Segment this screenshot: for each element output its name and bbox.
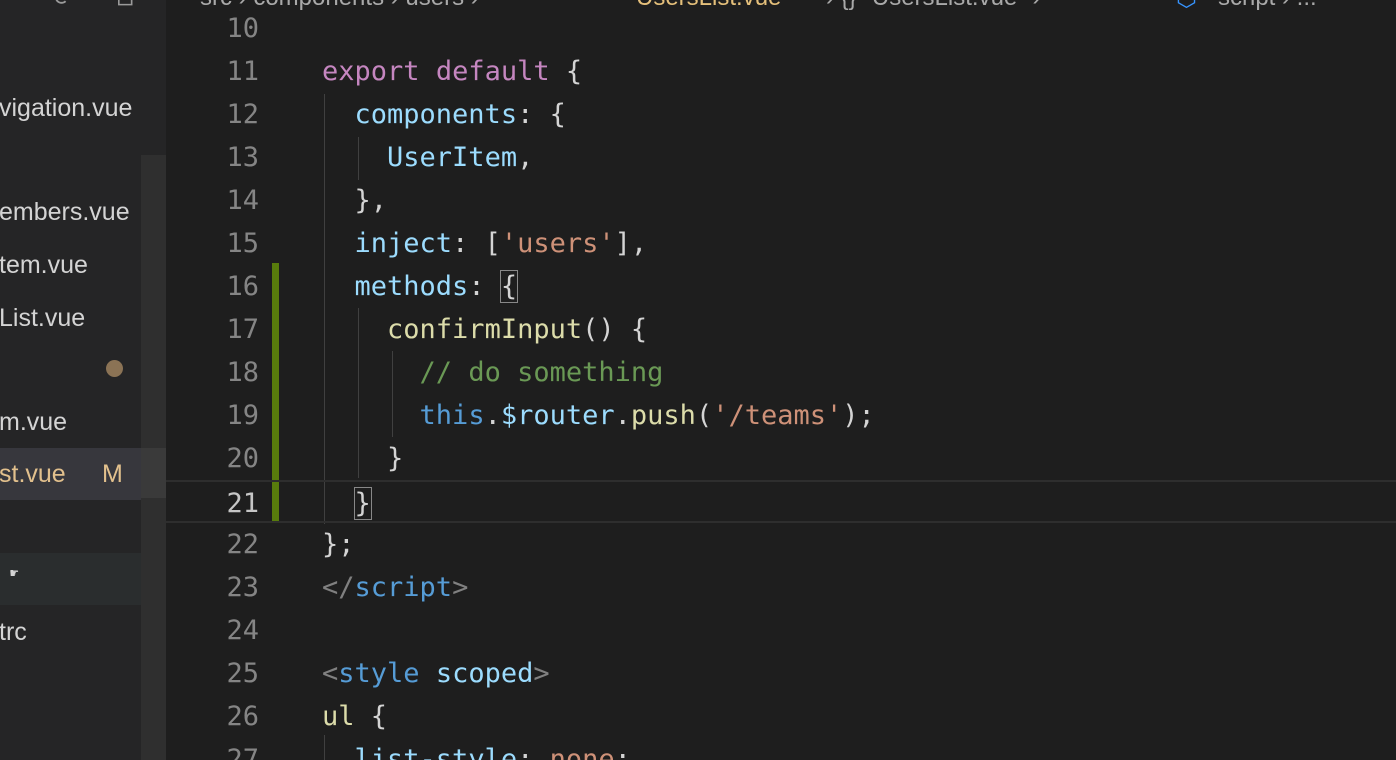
line-number: 17 [226,314,259,345]
code-line[interactable]: 23 </script> [166,566,1396,609]
line-number: 26 [226,701,259,732]
code-line[interactable]: 27 list-style: none; [166,738,1396,760]
code-text: } [322,443,404,474]
line-number: 12 [226,99,259,130]
code-line[interactable]: 24 [166,609,1396,652]
line-number: 11 [226,56,259,87]
code-line[interactable]: 17 confirmInput() { [166,308,1396,351]
file-name: List.vue [0,304,86,332]
code-text: list-style: none; [354,744,631,760]
line-number: 22 [226,529,259,560]
unsaved-dot-icon [106,360,123,377]
code-text: confirmInput() { [387,314,648,345]
mouse-cursor-icon: ☛ [10,566,19,582]
line-number: 27 [226,744,259,760]
more-icon[interactable]: ⋯ [4,0,26,11]
explorer-sidebar: ⋯ ⟳ ⊟ vigation.vue embers.vue tem.vue List.… [0,0,166,760]
code-text: inject: ['users'], [354,228,648,259]
code-line[interactable]: 11 export default { [166,50,1396,93]
code-text: ul { [322,701,388,732]
collapse-icon[interactable]: ⊟ [116,0,134,11]
code-text: export default { [322,56,583,87]
line-number: 23 [226,572,259,603]
code-line[interactable]: 21 } [166,480,1396,523]
modified-badge: M [102,460,123,488]
refresh-icon[interactable]: ⟳ [54,0,72,11]
code-text: }, [322,185,388,216]
code-text: // do something [419,357,664,388]
code-text: methods: { [354,270,519,303]
line-number: 16 [226,271,259,302]
explorer-toolbar: ⋯ ⟳ ⊟ [0,0,166,12]
code-line[interactable]: 15 inject: ['users'], [166,222,1396,265]
file-name: vigation.vue [0,94,133,122]
line-number: 13 [226,142,259,173]
line-number: 14 [226,185,259,216]
code-editor[interactable]: src › components › users › UsersList.vue… [166,0,1396,760]
file-name: st.vue [0,460,66,488]
code-line[interactable]: 19 this.$router.push('/teams'); [166,394,1396,437]
code-text: <style scoped> [322,658,550,689]
line-number: 21 [226,488,259,519]
line-number: 19 [226,400,259,431]
code-line[interactable]: 12 components: { [166,93,1396,136]
code-line[interactable]: 10 [166,7,1396,50]
code-line[interactable]: 18 // do something [166,351,1396,394]
code-text: UserItem, [387,142,534,173]
code-text: } [353,487,372,520]
code-text: components: { [354,99,566,130]
file-name: m.vue [0,408,68,436]
code-text: this.$router.push('/teams'); [419,400,875,431]
file-item[interactable]: vigation.vue [0,82,166,134]
code-line[interactable]: 20 } [166,437,1396,480]
line-number: 20 [226,443,259,474]
scrollbar-marker [141,448,166,498]
code-line[interactable]: 22}; [166,523,1396,566]
line-number: 24 [226,615,259,646]
code-text: }; [322,529,355,560]
file-name: trc [0,618,27,646]
code-line[interactable]: 16 methods: { [166,265,1396,308]
code-text: </script> [322,572,469,603]
code-line[interactable]: 13 UserItem, [166,136,1396,179]
code-line[interactable]: 25 <style scoped> [166,652,1396,695]
line-number: 18 [226,357,259,388]
file-name: embers.vue [0,198,130,226]
code-line[interactable]: 14 }, [166,179,1396,222]
file-name: tem.vue [0,251,88,279]
line-number: 10 [226,13,259,44]
line-number: 25 [226,658,259,689]
code-line[interactable]: 26 ul { [166,695,1396,738]
line-number: 15 [226,228,259,259]
